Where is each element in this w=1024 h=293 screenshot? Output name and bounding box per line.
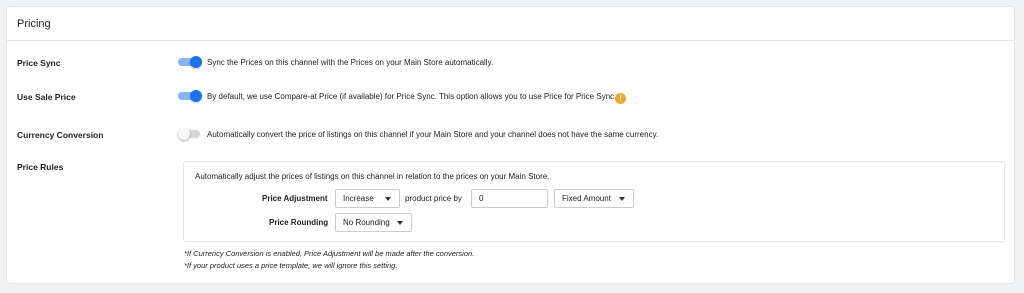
currency-conversion-note: *If Currency Conversion is enabled, Pric…: [184, 249, 475, 258]
price-adjustment-label: Price Adjustment: [262, 194, 328, 203]
use-sale-price-description: By default, we use Compare-at Price (if …: [207, 92, 615, 101]
price-rounding-select[interactable]: No Rounding: [335, 213, 412, 232]
toggle-knob: [190, 56, 202, 68]
adjustment-amount-value: 0: [479, 194, 484, 203]
price-rounding-value: No Rounding: [343, 218, 390, 227]
chevron-down-icon: [619, 197, 625, 201]
price-rules-label: Price Rules: [17, 162, 64, 172]
toggle-knob: [190, 90, 202, 102]
card-title: Pricing: [17, 17, 51, 30]
use-sale-price-description-wrap: By default, we use Compare-at Price (if …: [207, 92, 627, 104]
use-sale-price-label: Use Sale Price: [17, 92, 76, 102]
chevron-down-icon: [385, 197, 391, 201]
price-template-note: *If your product uses a price template, …: [184, 261, 398, 270]
adjustment-amount-input[interactable]: 0: [471, 189, 548, 208]
price-rules-description: Automatically adjust the prices of listi…: [195, 172, 550, 181]
card-header: Pricing: [7, 7, 1014, 41]
toggle-knob: [178, 128, 190, 140]
chevron-down-icon: [397, 221, 403, 225]
price-sync-description: Sync the Prices on this channel with the…: [207, 58, 494, 67]
adjustment-type-select[interactable]: Fixed Amount: [554, 189, 634, 208]
adjustment-direction-select[interactable]: Increase: [335, 189, 400, 208]
adjustment-direction-value: Increase: [343, 194, 374, 203]
pricing-card: Pricing Price Sync Sync the Prices on th…: [6, 6, 1015, 284]
info-icon[interactable]: !: [615, 93, 627, 104]
price-sync-toggle[interactable]: [178, 56, 202, 68]
adjustment-type-value: Fixed Amount: [562, 194, 611, 203]
price-rules-box: Automatically adjust the prices of listi…: [183, 161, 1005, 242]
price-sync-label: Price Sync: [17, 58, 61, 68]
adjustment-connector-text: product price by: [405, 194, 462, 203]
use-sale-price-toggle[interactable]: [178, 90, 202, 102]
price-rounding-label: Price Rounding: [269, 218, 329, 227]
currency-conversion-description: Automatically convert the price of listi…: [207, 130, 659, 139]
currency-conversion-label: Currency Conversion: [17, 130, 104, 140]
currency-conversion-toggle[interactable]: [178, 128, 202, 140]
